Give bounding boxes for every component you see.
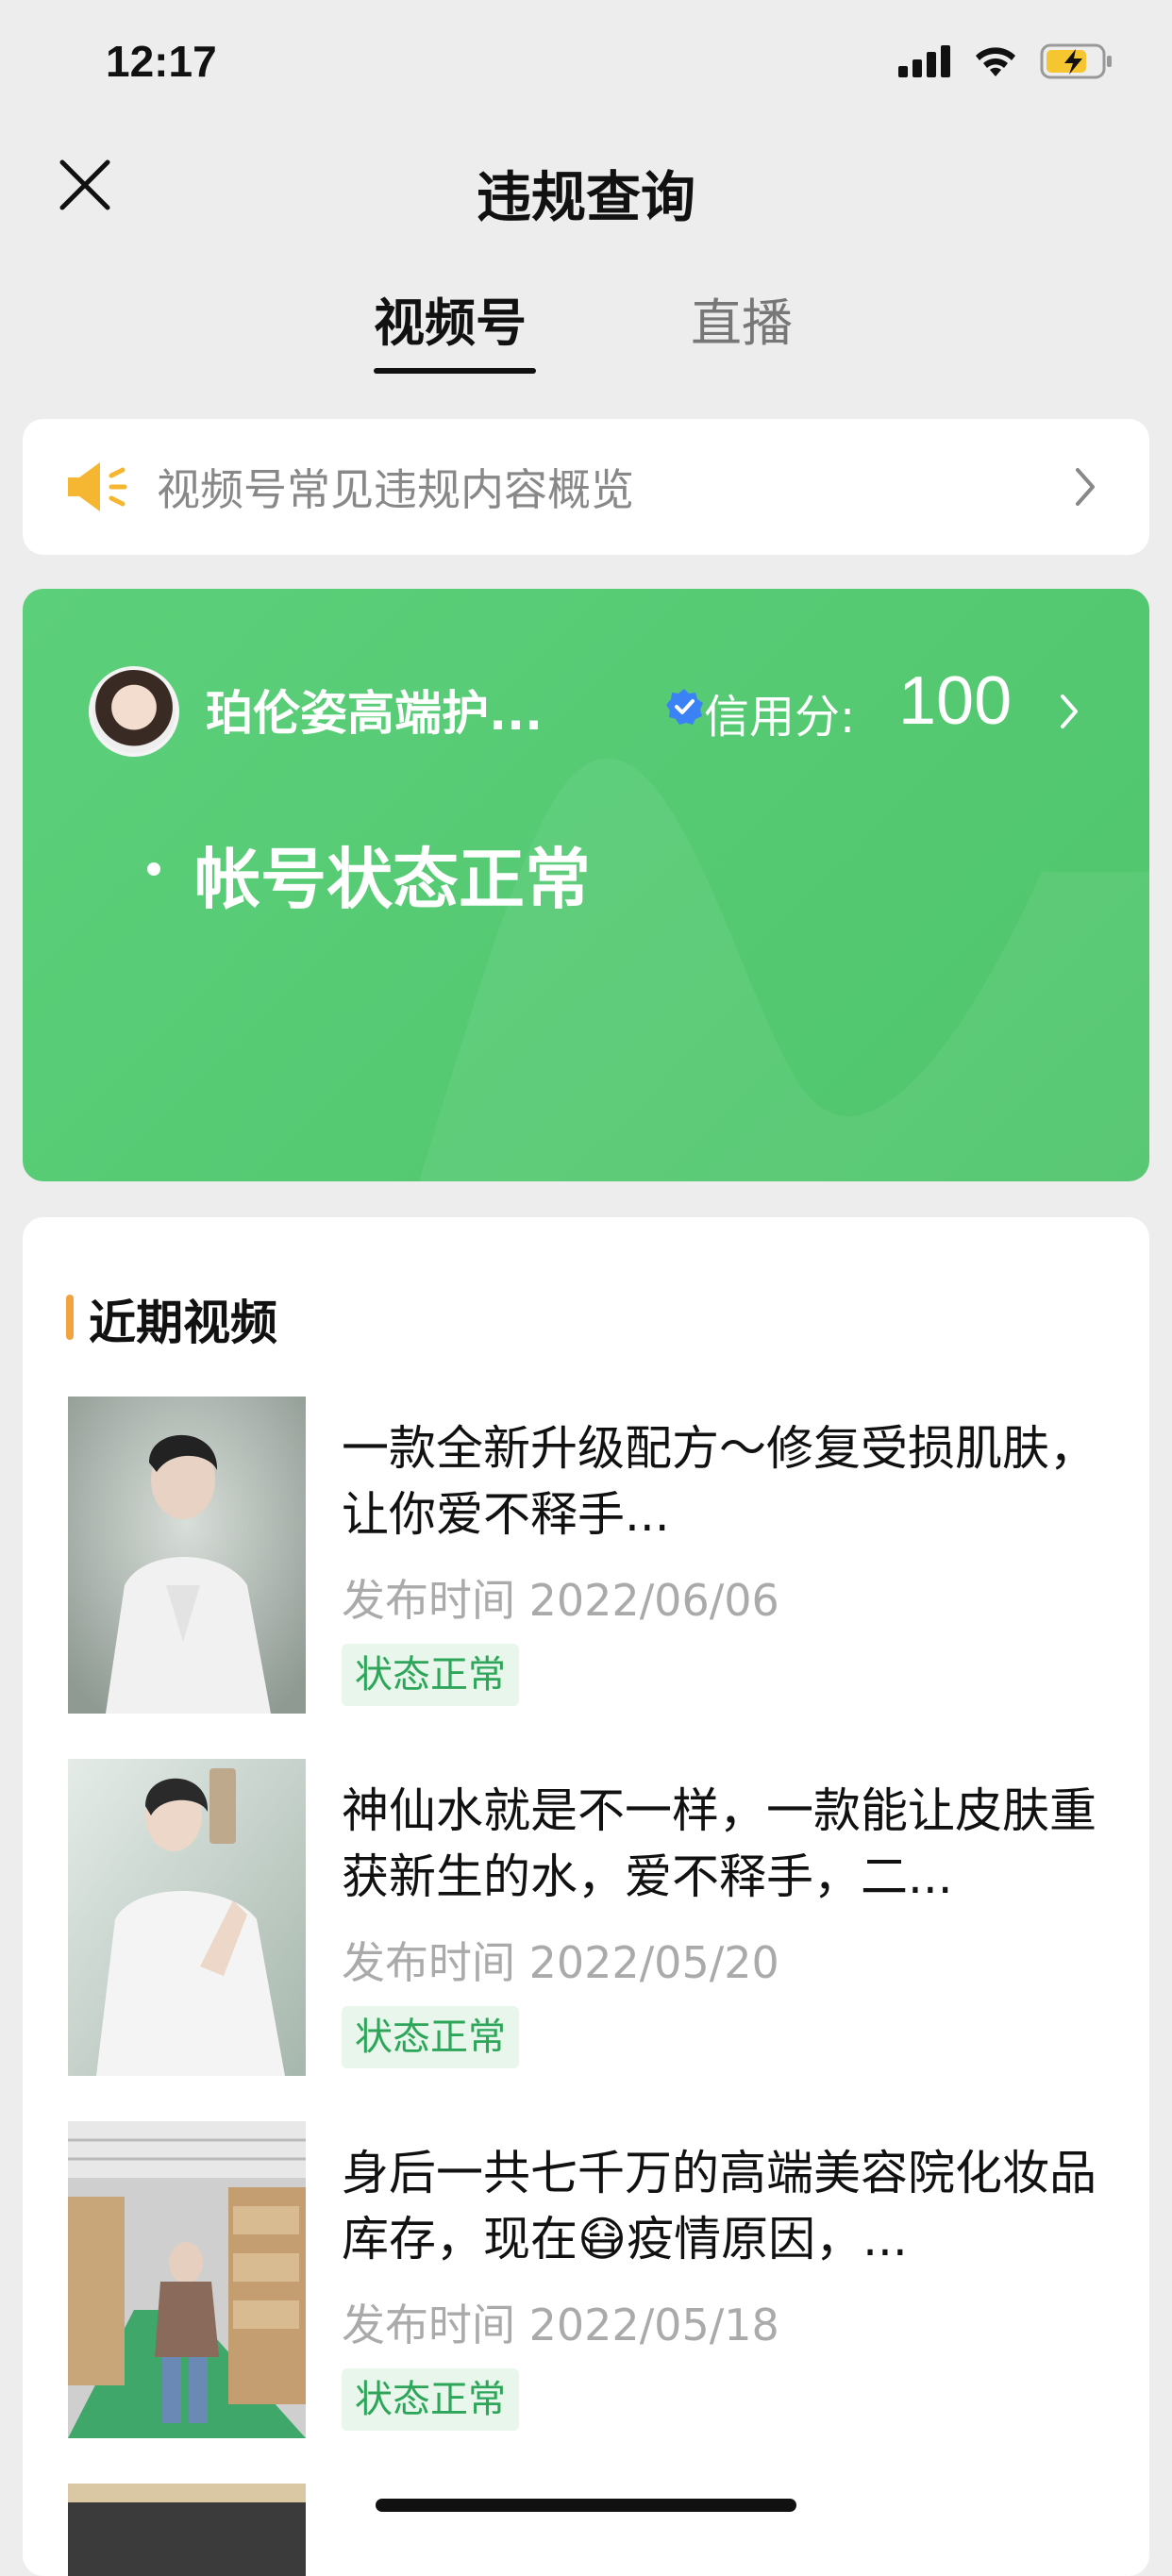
account-status-text: 帐号状态正常 <box>194 841 591 918</box>
cellular-signal-icon <box>898 45 951 81</box>
section-title: 近期视频 <box>89 1296 277 1350</box>
video-item[interactable]: 身后一共七千万的高端美容院化妆品库存，现在😷疫情原因，... 发布时间 2022… <box>68 2121 1125 2438</box>
recent-videos-card: 近期视频 一款全新升级配方～修复受损肌肤，让你爱不释手... 发布时间 2022… <box>23 1217 1149 2576</box>
video-publish-date: 发布时间 2022/05/20 <box>342 1937 779 1988</box>
video-title: 一款全新升级配方～修复受损肌肤，让你爱不释手... <box>342 1421 1097 1542</box>
video-publish-date: 发布时间 2022/06/06 <box>342 1575 779 1626</box>
nav-bar: 违规查询 <box>0 128 1172 242</box>
video-title: 身后一共七千万的高端美容院化妆品库存，现在😷疫情原因，... <box>342 2146 1097 2267</box>
status-badge: 状态正常 <box>342 1644 519 1706</box>
chevron-right-icon <box>1074 466 1097 511</box>
video-thumbnail[interactable] <box>68 1759 306 2076</box>
status-badge: 状态正常 <box>342 2368 519 2431</box>
video-item[interactable]: 神仙水就是不一样，一款能让皮肤重获新生的水，爱不释手，二... 发布时间 202… <box>68 1759 1125 2076</box>
home-indicator[interactable] <box>376 2499 796 2512</box>
video-thumbnail[interactable] <box>68 2484 306 2576</box>
credit-score-value[interactable]: 100 <box>898 662 1012 740</box>
status-badge: 状态正常 <box>342 2006 519 2068</box>
avatar[interactable] <box>89 666 179 757</box>
tab-bar: 视频号 直播 <box>0 281 1172 376</box>
verified-badge-icon <box>664 687 704 730</box>
video-item[interactable]: 一款全新升级配方～修复受损肌肤，让你爱不释手... 发布时间 2022/06/0… <box>68 1397 1125 1714</box>
video-title: 神仙水就是不一样，一款能让皮肤重获新生的水，爱不释手，二... <box>342 1783 1097 1904</box>
video-publish-date: 发布时间 2022/05/18 <box>342 2300 779 2350</box>
status-icons <box>898 43 1113 83</box>
status-bullet <box>147 862 160 876</box>
notice-text: 视频号常见违规内容概览 <box>157 464 634 515</box>
violation-overview-notice[interactable]: 视频号常见违规内容概览 <box>23 419 1149 555</box>
wifi-icon <box>972 44 1019 82</box>
video-item-partial[interactable] <box>68 2484 1125 2576</box>
tab-channels[interactable]: 视频号 <box>374 281 527 356</box>
status-time: 12:17 <box>106 37 217 86</box>
tab-live[interactable]: 直播 <box>691 281 793 356</box>
speaker-icon <box>64 459 136 515</box>
account-status-card: 珀伦姿高端护... 信用分: 100 帐号状态正常 <box>23 589 1149 1181</box>
section-accent-bar <box>66 1295 74 1340</box>
credit-score-label: 信用分: <box>704 691 856 744</box>
chevron-right-icon[interactable] <box>1059 693 1080 734</box>
page-title: 违规查询 <box>476 165 695 229</box>
video-thumbnail[interactable] <box>68 2121 306 2438</box>
video-thumbnail[interactable] <box>68 1397 306 1714</box>
tab-active-indicator <box>374 368 536 374</box>
battery-charging-icon <box>1040 43 1113 83</box>
status-bar: 12:17 <box>0 0 1172 128</box>
account-name[interactable]: 珀伦姿高端护... <box>206 676 543 744</box>
